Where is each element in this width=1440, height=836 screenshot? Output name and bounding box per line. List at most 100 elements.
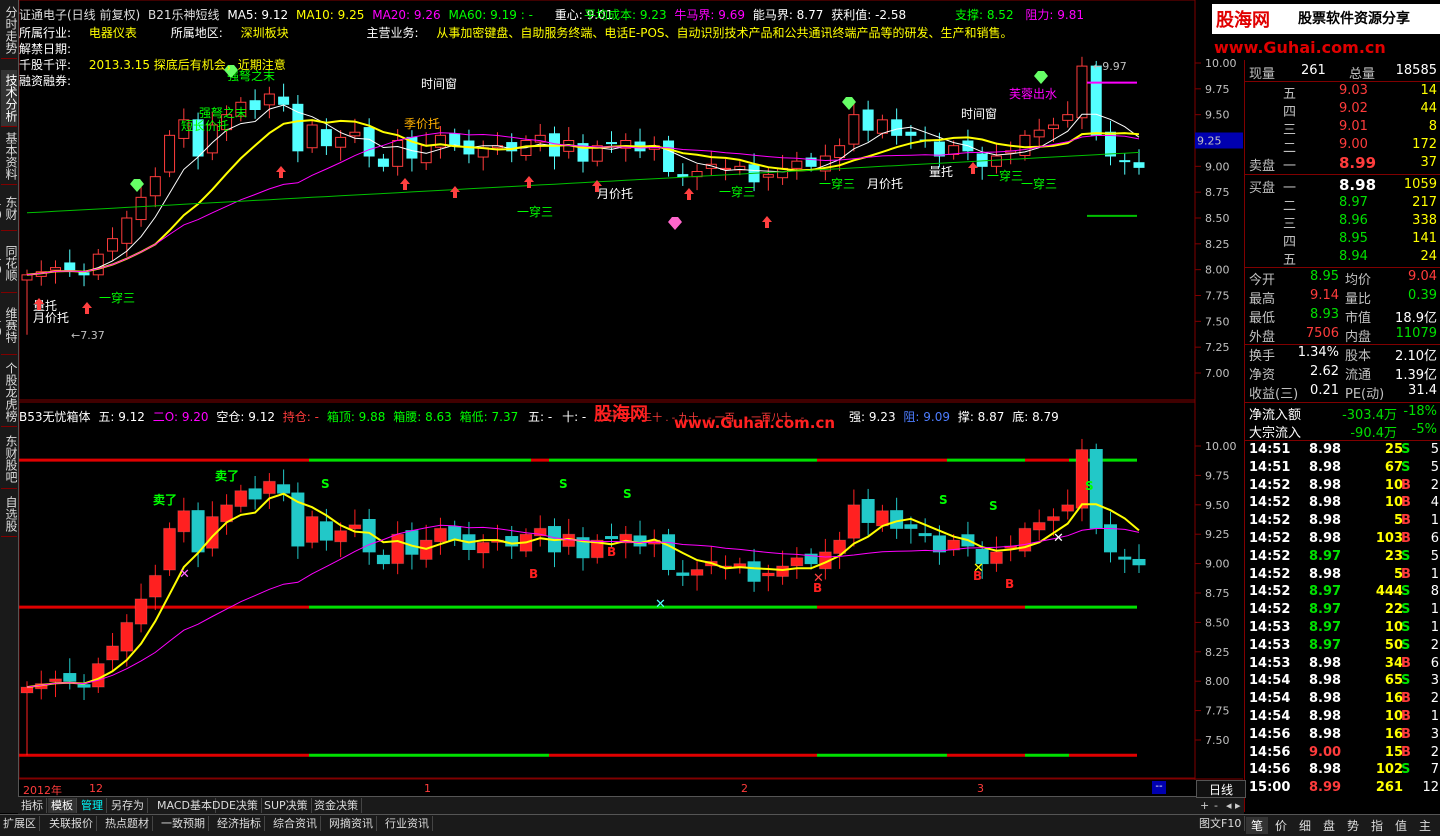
tick-row: 14:56 8.98 16 B 3 [1245, 726, 1440, 743]
tick-row: 15:00 8.99 261 12 [1245, 779, 1440, 796]
ask-price: 9.02 [1339, 101, 1368, 116]
candle-body [1033, 129, 1045, 138]
tick-row: 14:52 8.98 5 B 1 [1245, 566, 1440, 583]
lingcunwei-button[interactable]: 另存为 [108, 798, 148, 813]
box-signal-label: B [607, 545, 616, 559]
stat-row: 外盘 7506 内盘 11079 [1245, 325, 1440, 345]
candle-body [834, 145, 846, 159]
tick-price: 8.98 [1309, 477, 1342, 493]
candle-body [164, 134, 176, 173]
box-signal-label: S [989, 499, 998, 513]
chart-area[interactable]: 10.00 9.75 9.50 9.25 9.00 8.75 8.50 8.25 8.00 7.7… [19, 0, 1243, 797]
signal-label: 月价托 [867, 177, 903, 191]
quote-view-2-icon[interactable]: 细 [1294, 817, 1316, 834]
bottom-tab-yizhi[interactable]: 一致预期 [158, 816, 209, 831]
bottom-tab-hangye[interactable]: 行业资讯 [382, 816, 433, 831]
diamond-icon [130, 179, 144, 192]
quote-view-1-icon[interactable]: 价 [1270, 817, 1292, 834]
candle-body [292, 103, 304, 152]
tab-tonghuashun10[interactable]: 同花顺10 [0, 234, 18, 293]
ask-row: 二 9.00 172 [1245, 136, 1440, 156]
bottom-tab-zonghe[interactable]: 综合资讯 [270, 816, 321, 831]
box-candle-body [49, 678, 63, 683]
tab-longhubang[interactable]: 个股龙虎榜 [1, 358, 18, 427]
tab-jiben[interactable]: 基本资料 [1, 128, 18, 185]
diamond-icon [1034, 71, 1048, 84]
candle-body [933, 141, 945, 157]
ask-row: 五 9.03 14 [1245, 82, 1440, 102]
sell-label: 卖盘 [1249, 159, 1276, 174]
macd-button[interactable]: MACD基本 [154, 798, 216, 813]
moban-button[interactable]: 模板 [48, 798, 77, 813]
tick-count: 5 [1430, 442, 1439, 457]
tab-jishu[interactable]: 技术分析 [1, 70, 18, 127]
quote-panel: 现量 261 总量 18585 五 9.03 14 四 9.02 44 三 9.01 8 二 9.00 172… [1244, 60, 1440, 812]
box-candle-body [106, 645, 120, 661]
sup-button[interactable]: SUP决策 [261, 798, 312, 813]
quote-view-5-icon[interactable]: 指 [1366, 817, 1388, 834]
tick-count: 3 [1430, 726, 1439, 742]
tick-row: 14:51 8.98 25 S 5 [1245, 441, 1440, 458]
guanli-button[interactable]: 管理 [78, 798, 107, 813]
box-candle-body [1032, 521, 1046, 531]
dde-button[interactable]: DDE决策 [209, 798, 262, 813]
box-candle-body [120, 621, 134, 652]
stat-label: 最低 [1249, 311, 1276, 326]
tab-dongcai10[interactable]: 东财10 [0, 186, 18, 231]
xaxis-dec: 12 [89, 782, 103, 795]
stat-value: 31.4 [1408, 383, 1437, 398]
stat-value: 18.9亿 [1395, 311, 1437, 326]
tick-volume: 103 [1375, 531, 1403, 546]
upper-ytick-label: 7.75 [1205, 290, 1230, 303]
support-value: 支撑: 8.52 [955, 8, 1014, 22]
xiangyao-value: 箱腰: 8.63 [393, 410, 452, 424]
bottom-tab-kuozhan[interactable]: 扩展区 [0, 816, 40, 831]
candle-body [64, 262, 76, 271]
lower-ytick-label: 9.25 [1205, 528, 1230, 541]
bottom-tab-redian[interactable]: 热点题材 [102, 816, 153, 831]
f10-button[interactable]: 图文F10 [1196, 816, 1246, 831]
upper-ytick-label: 8.00 [1205, 264, 1230, 277]
tab-fenshi[interactable]: 分时走势 [1, 2, 18, 59]
zoom-out-button[interactable]: - [1214, 799, 1218, 812]
candle-body [976, 153, 988, 167]
tick-count: 8 [1430, 584, 1439, 600]
quote-view-7-icon[interactable]: 主 [1414, 817, 1436, 834]
tab-zixuan[interactable]: 自选股 [1, 492, 18, 537]
quote-view-3-icon[interactable]: 盘 [1318, 817, 1340, 834]
scroll-right-button[interactable]: ▸ [1235, 799, 1241, 812]
bottom-tab-jingji[interactable]: 经济指标 [214, 816, 265, 831]
tab-weisaite10[interactable]: 维赛特10 [0, 296, 18, 355]
scroll-end-button[interactable]: -- [1152, 781, 1166, 794]
chart-header-right: 平均成本: 9.23 牛马界: 9.69 能马界: 8.77 获利值: -2.5… [584, 6, 906, 23]
stat-row: 最高 9.14 量比 0.39 [1245, 287, 1440, 307]
stat-row: 收益(三) 0.21 PE(动) 31.4 [1245, 382, 1440, 402]
quote-view-0-icon[interactable]: 笔 [1246, 817, 1268, 834]
box-candle-body [476, 541, 490, 554]
cross-mark-icon: ✕ [179, 567, 190, 582]
lower-ytick-label: 10.00 [1205, 440, 1237, 453]
tick-count: 3 [1430, 673, 1439, 689]
kline-chart[interactable]: 10.00 9.75 9.50 9.25 9.00 8.75 8.50 8.25 8.00 7.7… [19, 0, 1243, 780]
stat-label: 股本 [1345, 349, 1372, 364]
tick-price: 8.98 [1309, 459, 1342, 475]
ask-price: 8.99 [1339, 154, 1377, 172]
tick-side: B [1401, 726, 1411, 742]
signal-label: 一穿三 [987, 168, 1023, 183]
zijin-button[interactable]: 资金决策 [311, 798, 362, 813]
zhibiao-button[interactable]: 指标 [18, 798, 47, 813]
zoom-in-button[interactable]: + [1200, 799, 1209, 812]
zongliang-value: 18585 [1395, 63, 1437, 78]
tick-row: 14:52 8.97 22 S 1 [1245, 601, 1440, 618]
bid-price: 8.98 [1339, 176, 1377, 194]
quote-view-6-icon[interactable]: 值 [1390, 817, 1412, 834]
quote-view-4-icon[interactable]: 势 [1342, 817, 1364, 834]
ma10-value: MA10: 9.25 [295, 8, 365, 22]
scroll-left-button[interactable]: ◂ [1226, 799, 1232, 812]
tick-side: B [1401, 566, 1411, 582]
bottom-tab-wangzhai[interactable]: 网摘资讯 [326, 816, 377, 831]
bottom-tab-guanlian[interactable]: 关联报价 [46, 816, 97, 831]
signal-label: 季价托 [404, 117, 440, 131]
tab-guba[interactable]: 东财股吧 [1, 430, 18, 489]
period-daily[interactable]: 日线 [1196, 780, 1246, 798]
